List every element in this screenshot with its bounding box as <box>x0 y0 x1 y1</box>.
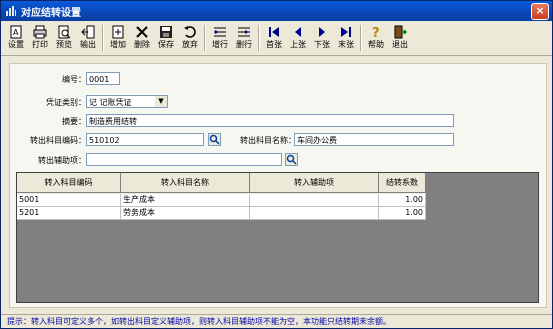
next-icon <box>319 27 325 37</box>
toolbar-separator <box>258 25 260 51</box>
toolbar-print-button[interactable]: 打印 <box>29 23 51 53</box>
number-label: 编号： <box>62 75 86 84</box>
cell-in-name[interactable]: 生产成本 <box>121 194 250 207</box>
preview-icon <box>58 25 71 39</box>
out-aux-field[interactable] <box>86 153 282 166</box>
help-icon: ? <box>372 26 380 39</box>
table-row[interactable]: 5201 劳务成本 1.00 <box>17 207 426 220</box>
export-icon <box>81 25 95 39</box>
add-icon <box>112 25 124 39</box>
toolbar-next-label: 下张 <box>314 40 330 49</box>
toolbar-next-button[interactable]: 下张 <box>311 23 333 53</box>
toolbar-separator <box>204 25 206 51</box>
chevron-down-icon[interactable]: ▼ <box>155 96 167 107</box>
toolbar-delete-row-button[interactable]: 删行 <box>233 23 255 53</box>
out-aux-label: 转出辅助项： <box>38 156 86 165</box>
table-row[interactable]: 5001 生产成本 1.00 <box>17 194 426 207</box>
column-header-coefficient[interactable]: 结转系数 <box>379 173 426 193</box>
out-name-field[interactable]: 车间办公费 <box>294 133 454 146</box>
undo-icon <box>184 26 196 38</box>
grid-header: 转入科目编码 转入科目名称 转入辅助项 结转系数 <box>17 173 426 194</box>
close-button[interactable]: × <box>531 3 549 20</box>
toolbar-delete-button[interactable]: 删除 <box>131 23 153 53</box>
save-icon <box>160 26 172 38</box>
toolbar-last-label: 末张 <box>338 40 354 49</box>
svg-text:A: A <box>13 28 19 37</box>
dialog-window: 对应结转设置 × A 设置 打印 预览 输出 增加 删除 保存 放弃 增行 删行… <box>0 0 553 329</box>
last-icon <box>341 27 351 37</box>
toolbar-settings-button[interactable]: A 设置 <box>5 23 27 53</box>
toolbar-export-button[interactable]: 输出 <box>77 23 99 53</box>
toolbar-print-label: 打印 <box>32 40 48 49</box>
column-header-in-aux[interactable]: 转入辅助项 <box>250 173 379 193</box>
svg-text:?: ? <box>372 26 380 39</box>
out-code-search-button[interactable] <box>208 133 221 146</box>
toolbar-preview-button[interactable]: 预览 <box>53 23 75 53</box>
out-code-field[interactable]: 510102 <box>86 133 204 146</box>
cell-in-code[interactable]: 5201 <box>17 207 121 220</box>
toolbar-exit-label: 退出 <box>392 40 408 49</box>
column-header-in-name[interactable]: 转入科目名称 <box>121 173 250 193</box>
column-header-in-code[interactable]: 转入科目编码 <box>17 173 121 193</box>
toolbar-delete-row-label: 删行 <box>236 40 252 49</box>
toolbar-insert-row-label: 增行 <box>212 40 228 49</box>
toolbar-insert-row-button[interactable]: 增行 <box>209 23 231 53</box>
exit-icon <box>394 25 407 39</box>
search-icon <box>209 134 220 145</box>
toolbar-undo-label: 放弃 <box>182 40 198 49</box>
toolbar-separator <box>102 25 104 51</box>
out-aux-search-button[interactable] <box>285 153 298 166</box>
out-name-label: 转出科目名称： <box>240 136 296 145</box>
voucher-type-label: 凭证类别： <box>46 98 86 107</box>
cell-in-aux[interactable] <box>250 207 379 220</box>
transfer-grid[interactable]: 转入科目编码 转入科目名称 转入辅助项 结转系数 5001 生产成本 1.00 … <box>16 172 539 303</box>
number-field[interactable]: 0001 <box>86 72 120 85</box>
toolbar-separator <box>360 25 362 51</box>
settings-icon: A <box>10 25 22 39</box>
out-code-label: 转出科目编码： <box>30 136 86 145</box>
toolbar-last-button[interactable]: 末张 <box>335 23 357 53</box>
toolbar-undo-button[interactable]: 放弃 <box>179 23 201 53</box>
cell-in-name[interactable]: 劳务成本 <box>121 207 250 220</box>
toolbar-help-button[interactable]: ? 帮助 <box>365 23 387 53</box>
toolbar-delete-label: 删除 <box>134 40 150 49</box>
toolbar-export-label: 输出 <box>80 40 96 49</box>
printer-icon <box>33 25 47 39</box>
toolbar-save-label: 保存 <box>158 40 174 49</box>
voucher-type-select[interactable]: 记 记账凭证 ▼ <box>86 95 168 108</box>
toolbar-prev-label: 上张 <box>290 40 306 49</box>
toolbar-first-button[interactable]: 首张 <box>263 23 285 53</box>
cell-in-code[interactable]: 5001 <box>17 194 121 207</box>
insert-row-icon <box>214 27 226 37</box>
delete-row-icon <box>238 27 250 37</box>
delete-icon <box>136 26 148 38</box>
prev-icon <box>295 27 301 37</box>
summary-label: 摘要： <box>62 117 86 126</box>
toolbar-save-button[interactable]: 保存 <box>155 23 177 53</box>
toolbar-settings-label: 设置 <box>8 40 24 49</box>
toolbar-first-label: 首张 <box>266 40 282 49</box>
toolbar-exit-button[interactable]: 退出 <box>389 23 411 53</box>
first-icon <box>269 27 279 37</box>
summary-field[interactable]: 制造费用结转 <box>86 114 454 127</box>
app-icon <box>6 6 16 16</box>
cell-coefficient[interactable]: 1.00 <box>379 207 426 220</box>
window-title: 对应结转设置 <box>21 8 81 19</box>
toolbar: A 设置 打印 预览 输出 增加 删除 保存 放弃 增行 删行 首张 上张 下张… <box>1 21 552 56</box>
voucher-type-value: 记 记账凭证 <box>89 98 132 107</box>
hint-status-bar: 提示：转入科目可定义多个，如转出科目定义辅助项，则转入科目辅助项不能为空，本功能… <box>1 314 552 328</box>
toolbar-prev-button[interactable]: 上张 <box>287 23 309 53</box>
cell-in-aux[interactable] <box>250 194 379 207</box>
toolbar-preview-label: 预览 <box>56 40 72 49</box>
title-bar[interactable]: 对应结转设置 × <box>1 1 552 21</box>
toolbar-add-button[interactable]: 增加 <box>107 23 129 53</box>
toolbar-help-label: 帮助 <box>368 40 384 49</box>
cell-coefficient[interactable]: 1.00 <box>379 194 426 207</box>
toolbar-add-label: 增加 <box>110 40 126 49</box>
search-icon <box>286 154 297 165</box>
